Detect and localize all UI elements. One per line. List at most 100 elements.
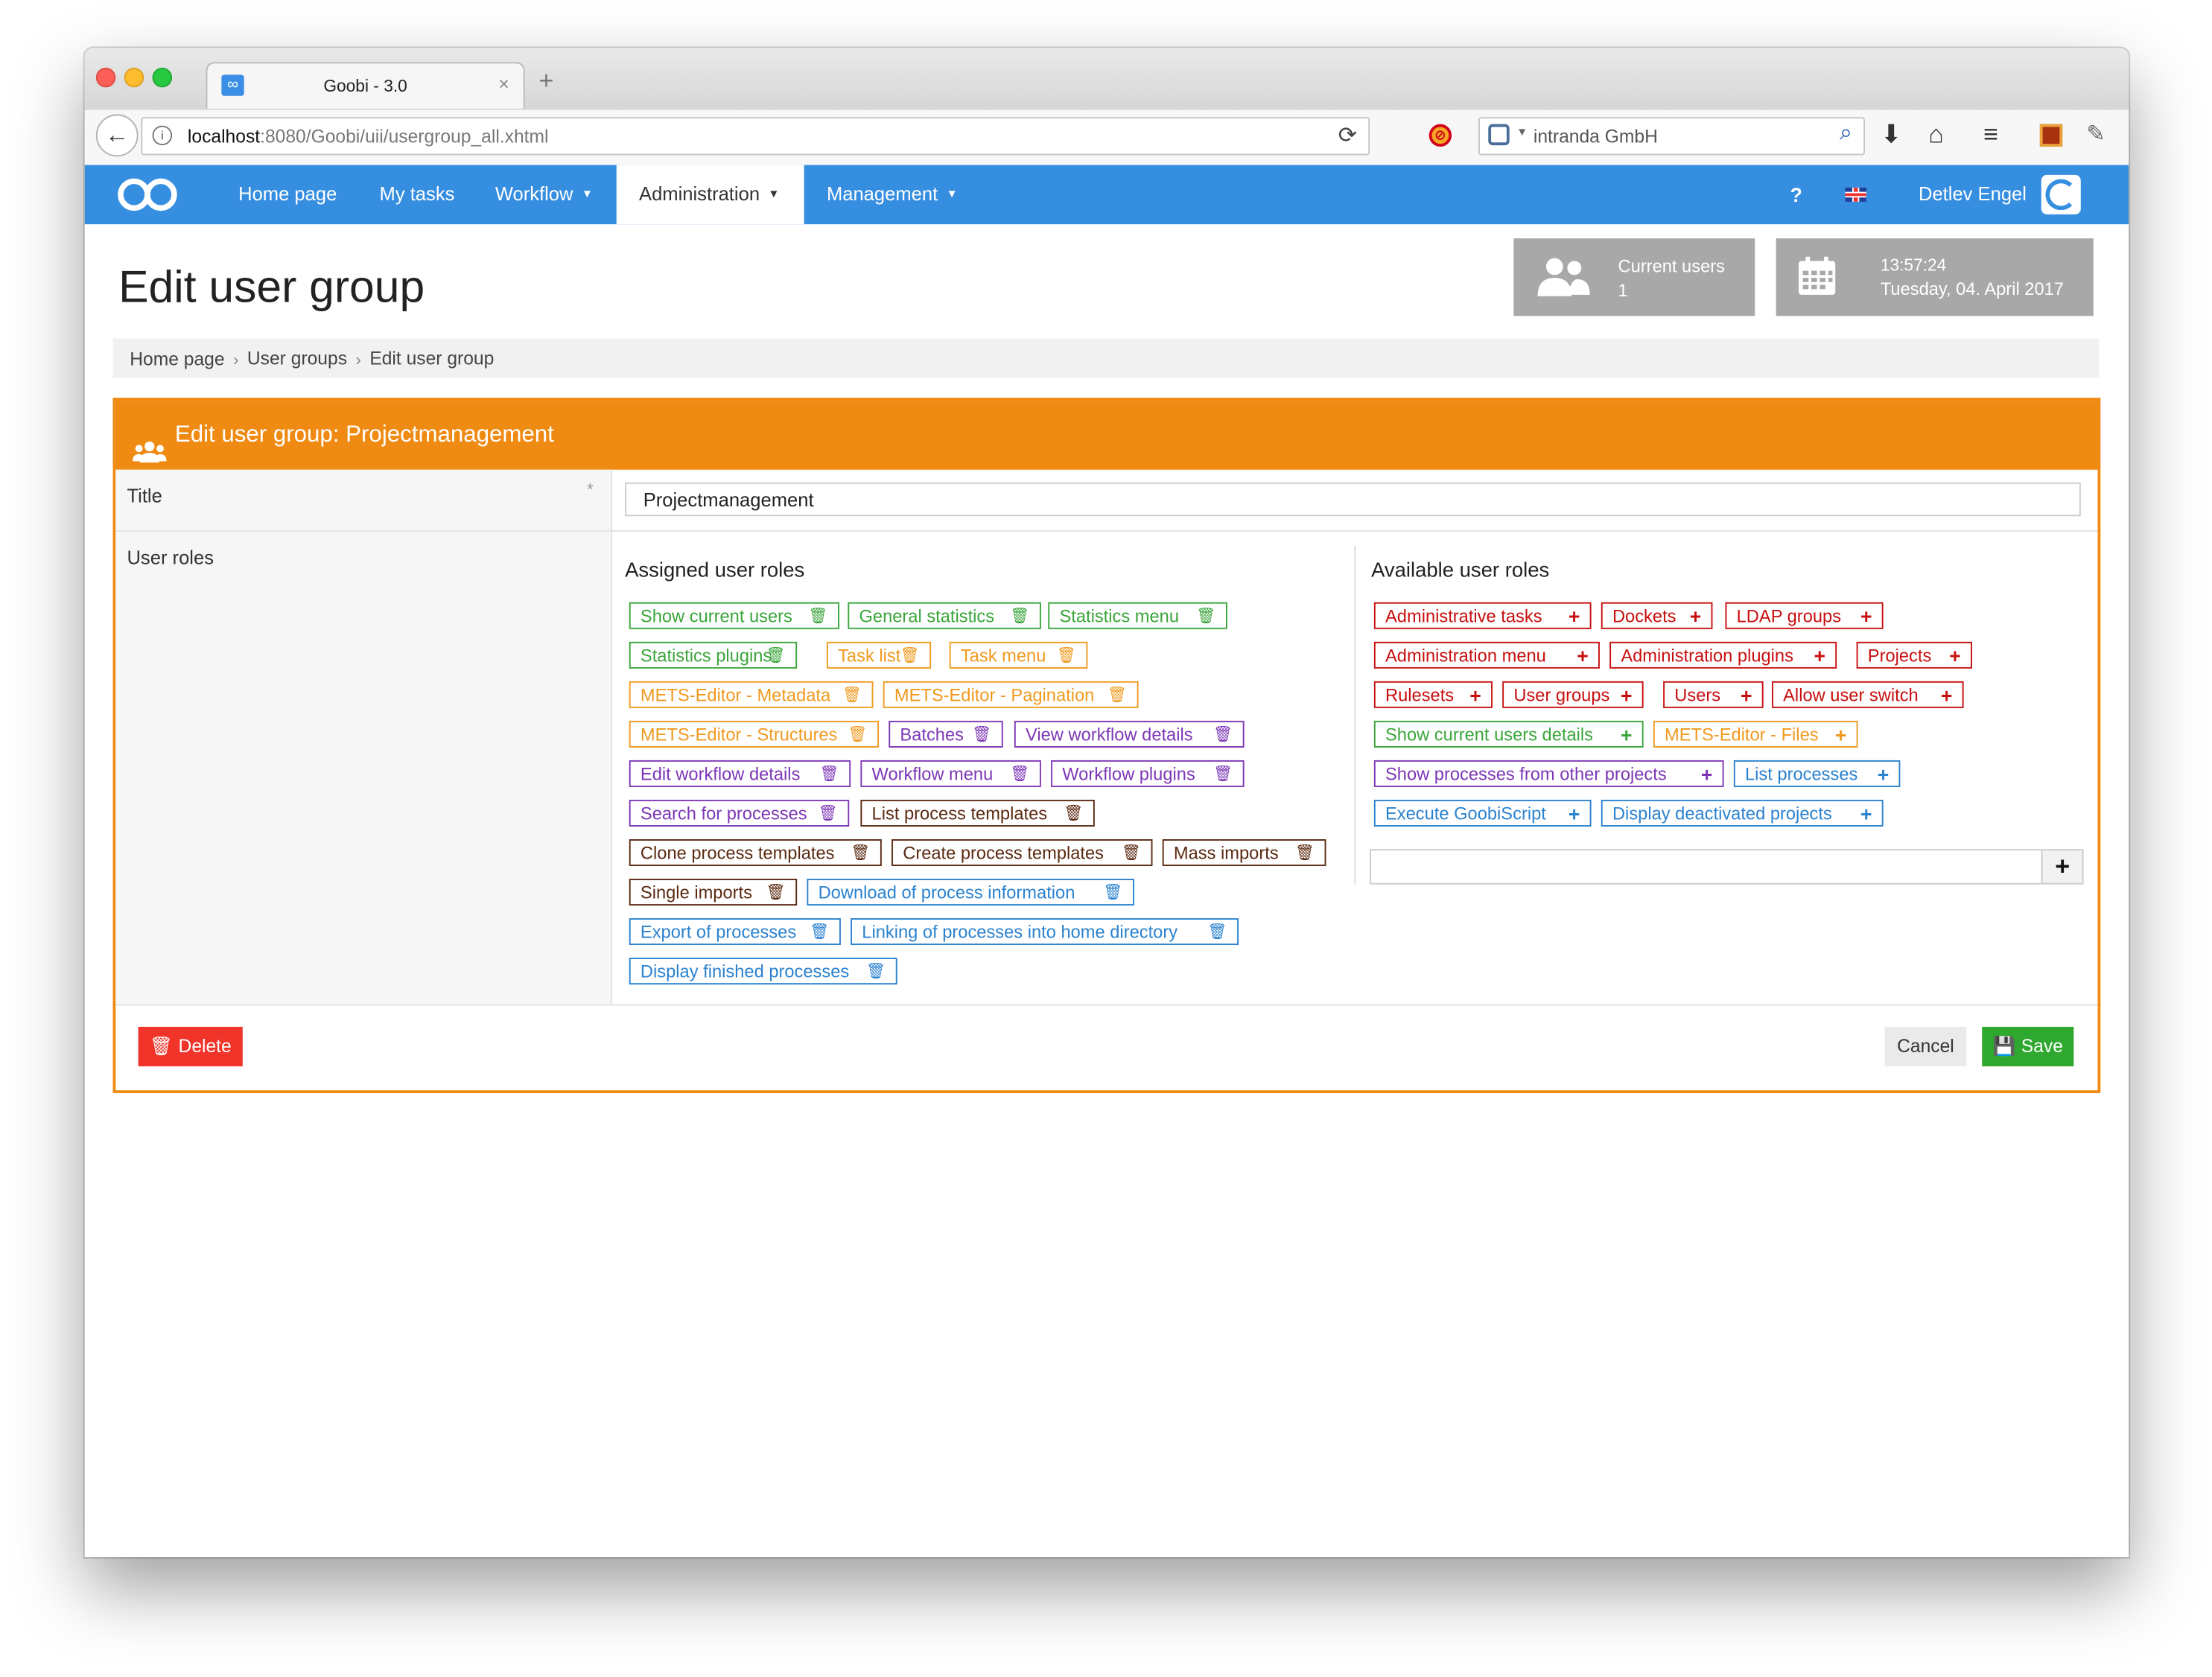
role-chip-show-current-users[interactable]: Show current users 🗑 [629,602,839,629]
plus-icon[interactable]: + [1835,722,1847,749]
download-icon[interactable]: ⬇ [1881,120,1902,150]
plus-icon[interactable]: + [1860,801,1872,828]
role-chip-statistics-plugins[interactable]: Statistics plugins 🗑 [629,641,798,670]
close-window-button[interactable] [95,67,116,88]
trash-icon[interactable]: 🗑 [1103,880,1122,907]
home-icon[interactable]: ⌂ [1928,120,1944,150]
help-button[interactable]: ? [1790,165,1802,225]
trash-icon[interactable]: 🗑 [1107,683,1127,710]
role-chip-list-process-templates[interactable]: List process templates 🗑 [860,799,1095,828]
trash-icon[interactable]: 🗑 [1064,801,1083,828]
role-chip-single-imports[interactable]: Single imports 🗑 [629,879,798,907]
role-chip-task-menu[interactable]: Task menu 🗑 [949,641,1088,670]
role-chip-statistics-menu[interactable]: Statistics menu 🗑 [1048,602,1227,629]
search-icon[interactable]: ⌕ [1840,121,1852,147]
plus-icon[interactable]: + [1690,604,1702,631]
nav-my-tasks[interactable]: My tasks [380,165,455,225]
role-chip-mets-editor-files[interactable]: METS-Editor - Files + [1653,720,1858,749]
role-chip-execute-goobiscript[interactable]: Execute GoobiScript + [1373,799,1592,828]
role-chip-show-processes-from-other-projects[interactable]: Show processes from other projects + [1373,760,1724,789]
role-chip-dockets[interactable]: Dockets + [1601,602,1713,629]
address-bar[interactable]: i localhost:8080/Goobi/uii/usergroup_all… [141,117,1370,156]
trash-icon[interactable]: 🗑 [851,841,870,868]
plus-icon[interactable]: + [1878,762,1890,789]
role-chip-download-of-process-information[interactable]: Download of process information 🗑 [807,879,1134,906]
plus-icon[interactable]: + [1569,604,1580,631]
role-chip-display-deactivated-projects[interactable]: Display deactivated projects + [1601,799,1884,828]
role-chip-mass-imports[interactable]: Mass imports 🗑 [1162,838,1326,868]
trash-icon[interactable]: 🗑 [1057,643,1076,670]
role-chip-export-of-processes[interactable]: Export of processes 🗑 [629,918,841,946]
role-add-input[interactable] [1370,849,2043,885]
trash-icon[interactable]: 🗑 [866,959,886,986]
search-engine-caret-icon[interactable]: ▼ [1516,126,1528,139]
extension-icon[interactable] [2039,124,2063,147]
trash-icon[interactable]: 🗑 [1010,604,1029,631]
breadcrumb-home[interactable]: Home page [130,348,224,369]
menu-icon[interactable]: ≡ [1983,120,1998,150]
new-tab-button[interactable]: + [539,66,554,96]
trash-icon[interactable]: 🗑 [1213,722,1233,749]
trash-icon[interactable]: 🗑 [766,643,786,670]
role-chip-mets-editor-metadata[interactable]: METS-Editor - Metadata 🗑 [629,681,874,708]
role-chip-user-groups[interactable]: User groups + [1502,681,1644,710]
goobi-logo[interactable] [115,175,180,222]
eyedropper-icon[interactable]: ✎ [2086,120,2105,148]
role-chip-create-process-templates[interactable]: Create process templates 🗑 [892,838,1153,866]
trash-icon[interactable]: 🗑 [820,762,839,789]
role-chip-view-workflow-details[interactable]: View workflow details 🗑 [1014,720,1245,749]
role-chip-show-current-users-details[interactable]: Show current users details + [1373,720,1644,748]
plus-icon[interactable]: + [1741,683,1752,710]
plus-icon[interactable]: + [1941,683,1953,710]
plus-icon[interactable]: + [1860,604,1872,631]
trash-icon[interactable]: 🗑 [810,920,829,946]
role-chip-display-finished-processes[interactable]: Display finished processes 🗑 [629,958,897,986]
trash-icon[interactable]: 🗑 [900,643,919,670]
role-chip-mets-editor-structures[interactable]: METS-Editor - Structures 🗑 [629,720,880,749]
trash-icon[interactable]: 🗑 [1010,762,1029,789]
breadcrumb-user-groups[interactable]: User groups [247,348,347,369]
add-role-button[interactable]: + [2041,849,2084,885]
role-chip-workflow-plugins[interactable]: Workflow plugins 🗑 [1051,760,1245,789]
trash-icon[interactable]: 🗑 [1196,604,1215,631]
role-chip-clone-process-templates[interactable]: Clone process templates 🗑 [629,838,882,868]
plus-icon[interactable]: + [1621,683,1633,710]
trash-icon[interactable]: 🗑 [1295,841,1315,868]
nav-home-page[interactable]: Home page [238,165,337,225]
role-chip-general-statistics[interactable]: General statistics 🗑 [848,602,1041,631]
role-chip-batches[interactable]: Batches 🗑 [889,720,1003,748]
plus-icon[interactable]: + [1701,762,1713,789]
plus-icon[interactable]: + [1949,643,1961,670]
nav-administration[interactable]: Administration ▼ [616,165,804,225]
plus-icon[interactable]: + [1469,683,1481,710]
role-chip-search-for-processes[interactable]: Search for processes 🗑 [629,799,850,828]
trash-icon[interactable]: 🗑 [766,880,786,907]
adblock-icon[interactable]: ⊘ [1428,124,1452,147]
role-chip-administration-plugins[interactable]: Administration plugins + [1609,641,1837,669]
reload-icon[interactable]: ⟳ [1338,121,1357,150]
plus-icon[interactable]: + [1569,801,1580,828]
role-chip-projects[interactable]: Projects + [1856,641,1972,670]
title-input[interactable]: Projectmanagement [625,482,2081,517]
english-flag-icon[interactable] [1845,187,1866,202]
trash-icon[interactable]: 🗑 [1213,762,1233,789]
role-chip-users[interactable]: Users + [1663,681,1764,710]
role-chip-list-processes[interactable]: List processes + [1733,760,1901,789]
search-field[interactable]: ▼ intranda GmbH ⌕ [1478,117,1866,156]
back-arrow-icon[interactable]: ← [95,114,139,157]
role-chip-mets-editor-pagination[interactable]: METS-Editor - Pagination 🗑 [883,681,1139,708]
maximize-window-button[interactable] [152,67,173,88]
role-chip-workflow-menu[interactable]: Workflow menu 🗑 [860,760,1041,789]
trash-icon[interactable]: 🗑 [1207,920,1227,946]
role-chip-ldap-groups[interactable]: LDAP groups + [1725,602,1884,631]
trash-icon[interactable]: 🗑 [808,604,827,631]
role-chip-allow-user-switch[interactable]: Allow user switch + [1771,681,1964,710]
role-chip-edit-workflow-details[interactable]: Edit workflow details 🗑 [629,760,851,787]
role-chip-rulesets[interactable]: Rulesets + [1373,681,1493,710]
trash-icon[interactable]: 🗑 [819,801,838,828]
user-name[interactable]: Detlev Engel [1919,165,2027,225]
role-chip-task-list[interactable]: Task list 🗑 [826,641,932,670]
trash-icon[interactable]: 🗑 [848,722,867,749]
role-chip-administration-menu[interactable]: Administration menu + [1373,641,1600,669]
cancel-button[interactable]: Cancel [1884,1026,1967,1066]
